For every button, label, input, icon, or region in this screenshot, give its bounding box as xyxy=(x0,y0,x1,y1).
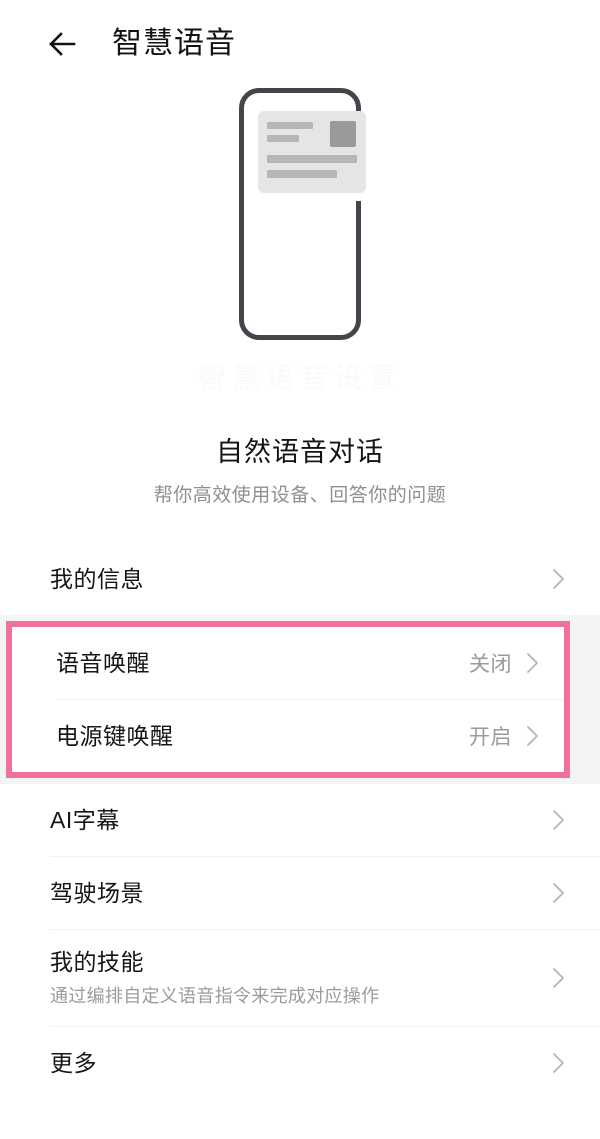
status-badge: 关闭 xyxy=(469,653,512,677)
hero-illustration: 智慧语音设置 xyxy=(0,88,600,428)
status-badge: 开启 xyxy=(469,726,512,750)
row-main: 驾驶场景 xyxy=(50,879,552,908)
row-main: 我的技能 通过编排自定义语音指令来完成对应操作 xyxy=(50,948,552,1007)
settings-section-wakeup-highlight: 语音唤醒 关闭 电源键唤醒 开启 xyxy=(6,621,570,779)
settings-row-voice-wakeup[interactable]: 语音唤醒 关闭 xyxy=(12,627,564,700)
row-label: 更多 xyxy=(50,1049,97,1076)
app-bar: 智慧语音 xyxy=(0,0,600,88)
settings-row-my-skills[interactable]: 我的技能 通过编排自定义语音指令来完成对应操作 xyxy=(0,930,600,1027)
row-description: 通过编排自定义语音指令来完成对应操作 xyxy=(50,986,380,1007)
background-watermark: 智慧语音设置 xyxy=(197,362,402,393)
chevron-right-icon xyxy=(526,724,540,748)
settings-row-driving-mode[interactable]: 驾驶场景 xyxy=(0,857,600,930)
chevron-right-icon xyxy=(552,1051,566,1075)
hero-subtitle: 帮你高效使用设备、回答你的问题 xyxy=(153,485,447,507)
voice-result-card xyxy=(258,111,366,193)
row-main: AI字幕 xyxy=(50,806,552,835)
settings-section-profile: 我的信息 xyxy=(0,543,600,616)
chevron-right-icon xyxy=(552,808,566,832)
back-button[interactable] xyxy=(44,21,90,67)
settings-row-more[interactable]: 更多 xyxy=(0,1027,600,1100)
row-label: 我的技能 xyxy=(50,949,144,976)
settings-section-features: AI字幕 驾驶场景 我的技能 通过编排自定义语音指令来完成对应操作 更多 xyxy=(0,784,600,1100)
card-placeholder-bar xyxy=(267,170,337,178)
settings-row-my-info[interactable]: 我的信息 xyxy=(0,543,600,616)
row-main: 更多 xyxy=(50,1049,552,1078)
chevron-right-icon xyxy=(552,881,566,905)
highlighted-section-wrapper: 语音唤醒 关闭 电源键唤醒 开启 xyxy=(0,615,600,785)
chevron-right-icon xyxy=(552,966,566,990)
card-placeholder-bar xyxy=(267,155,357,163)
chevron-right-icon xyxy=(526,651,540,675)
settings-row-power-key-wakeup[interactable]: 电源键唤醒 开启 xyxy=(12,700,564,773)
card-thumbnail xyxy=(330,121,356,147)
row-main: 语音唤醒 xyxy=(56,649,469,678)
row-main: 我的信息 xyxy=(50,565,552,594)
row-label: AI字幕 xyxy=(50,806,120,833)
settings-row-ai-subtitle[interactable]: AI字幕 xyxy=(0,784,600,857)
row-main: 电源键唤醒 xyxy=(56,722,469,751)
back-arrow-icon xyxy=(44,27,78,61)
smart-voice-settings-screen: 智慧语音 智慧语音设置 自然语音对话 帮你高效使用设备、回答你的问题 我的信息 xyxy=(0,0,600,1139)
chevron-right-icon xyxy=(552,567,566,591)
card-placeholder-bar xyxy=(267,135,299,142)
phone-illustration xyxy=(239,88,366,340)
row-label: 语音唤醒 xyxy=(56,649,150,676)
row-label: 驾驶场景 xyxy=(50,879,144,906)
row-label: 电源键唤醒 xyxy=(56,722,174,749)
page-title: 智慧语音 xyxy=(112,27,236,60)
card-placeholder-bar xyxy=(267,122,313,129)
hero-title: 自然语音对话 xyxy=(216,437,384,467)
hero-text-block: 自然语音对话 帮你高效使用设备、回答你的问题 xyxy=(0,436,600,509)
row-label: 我的信息 xyxy=(50,565,144,592)
